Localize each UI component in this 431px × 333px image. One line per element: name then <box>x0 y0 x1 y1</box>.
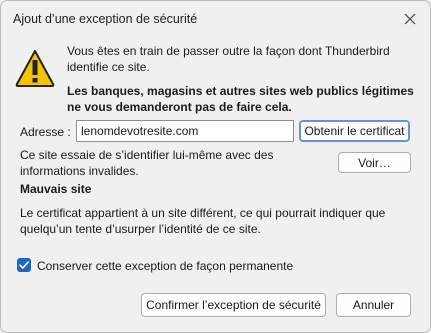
intro-text: Vous êtes en train de passer outre la fa… <box>67 44 390 74</box>
problem-heading: Mauvais site <box>20 182 92 196</box>
address-label: Adresse : <box>20 125 71 139</box>
permanent-exception-checkbox[interactable] <box>17 258 31 272</box>
security-exception-dialog: Ajout d’une exception de sécurité Vous ê… <box>0 0 431 333</box>
close-icon <box>404 13 416 25</box>
view-certificate-button[interactable]: Voir… <box>338 152 411 173</box>
dialog-title: Ajout d’une exception de sécurité <box>13 12 198 26</box>
confirm-exception-button[interactable]: Confirmer l’exception de sécurité <box>141 293 326 317</box>
address-input[interactable] <box>76 120 294 142</box>
warning-text: Les banques, magasins et autres sites we… <box>67 84 414 114</box>
problem-detail: Le certificat appartient à un site diffé… <box>20 206 386 236</box>
warning-icon <box>15 49 55 87</box>
title-bar: Ajout d’une exception de sécurité <box>1 1 430 37</box>
cancel-button[interactable]: Annuler <box>336 293 411 317</box>
get-certificate-button[interactable]: Obtenir le certificat <box>299 120 410 142</box>
certificate-status-text: Ce site essaie de s’identifier lui-même … <box>20 148 274 178</box>
checkmark-icon <box>19 261 29 269</box>
close-button[interactable] <box>398 7 422 31</box>
permanent-exception-label[interactable]: Conserver cette exception de façon perma… <box>37 259 293 273</box>
